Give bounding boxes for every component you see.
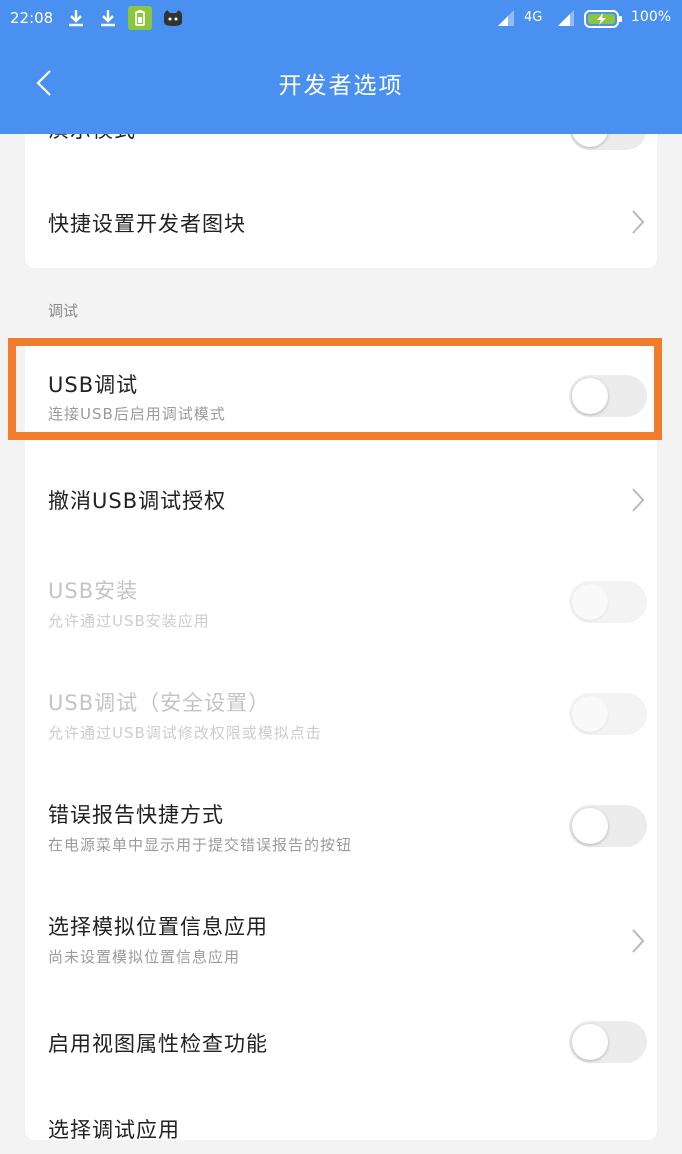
- app-bar: 开发者选项: [0, 38, 682, 134]
- toggle-knob: [572, 808, 608, 844]
- view-attribute-inspection-toggle[interactable]: [569, 1021, 647, 1063]
- select-debug-app-title: 选择调试应用: [48, 1118, 180, 1142]
- usb-install-subtitle: 允许通过USB安装应用: [48, 612, 210, 630]
- status-time: 22:08: [10, 9, 54, 27]
- toggle-knob: [572, 584, 608, 620]
- chevron-right-icon: [632, 210, 645, 234]
- usb-debugging-security-row[interactable]: USB调试（安全设置） 允许通过USB调试修改权限或模拟点击: [25, 664, 657, 776]
- network-type-label: 4G: [524, 10, 543, 25]
- toggle-knob: [572, 696, 608, 732]
- bug-report-shortcut-title: 错误报告快捷方式: [48, 803, 224, 827]
- revoke-usb-auth-row[interactable]: 撤消USB调试授权: [25, 440, 657, 552]
- bug-report-shortcut-subtitle: 在电源菜单中显示用于提交错误报告的按钮: [48, 836, 353, 854]
- mock-location-app-subtitle: 尚未设置模拟位置信息应用: [48, 948, 241, 966]
- chevron-right-icon: [632, 929, 645, 953]
- usb-debugging-security-subtitle: 允许通过USB调试修改权限或模拟点击: [48, 724, 322, 742]
- select-debug-app-row[interactable]: 选择调试应用: [25, 1084, 657, 1154]
- battery-percent: 100%: [631, 9, 672, 25]
- signal-icon: [498, 10, 514, 26]
- section-label-debug: 调试: [48, 302, 79, 320]
- usb-install-title: USB安装: [48, 579, 139, 603]
- usb-debugging-highlight-box: [8, 338, 662, 440]
- revoke-usb-auth-title: 撤消USB调试授权: [48, 489, 227, 513]
- signal-icon: [558, 10, 574, 26]
- usb-debugging-security-toggle[interactable]: [569, 693, 647, 735]
- download-icon: [69, 10, 83, 27]
- usb-debugging-security-title: USB调试（安全设置）: [48, 691, 271, 715]
- status-bar: 22:08 4G 100%: [0, 0, 682, 38]
- usb-install-row[interactable]: USB安装 允许通过USB安装应用: [25, 552, 657, 664]
- quick-settings-tiles-row[interactable]: 快捷设置开发者图块: [25, 170, 657, 268]
- bug-report-shortcut-row[interactable]: 错误报告快捷方式 在电源菜单中显示用于提交错误报告的按钮: [25, 776, 657, 888]
- usb-install-toggle[interactable]: [569, 581, 647, 623]
- settings-card-debug: USB调试 连接USB后启用调试模式 撤消USB调试授权 USB安装 允许通过U…: [25, 340, 657, 1142]
- cat-app-icon: [164, 10, 182, 26]
- mock-location-app-title: 选择模拟位置信息应用: [48, 915, 268, 939]
- battery-charging-icon: [584, 10, 622, 28]
- quick-settings-tiles-title: 快捷设置开发者图块: [48, 212, 246, 236]
- page-title: 开发者选项: [278, 73, 404, 99]
- chevron-right-icon: [632, 488, 645, 512]
- download-icon: [101, 10, 115, 27]
- mock-location-app-row[interactable]: 选择模拟位置信息应用 尚未设置模拟位置信息应用: [25, 888, 657, 1000]
- view-attribute-inspection-title: 启用视图属性检查功能: [48, 1032, 268, 1056]
- view-attribute-inspection-row[interactable]: 启用视图属性检查功能: [25, 1000, 657, 1084]
- bug-report-shortcut-toggle[interactable]: [569, 805, 647, 847]
- toggle-knob: [572, 1024, 608, 1060]
- battery-saver-app-icon: [128, 6, 152, 30]
